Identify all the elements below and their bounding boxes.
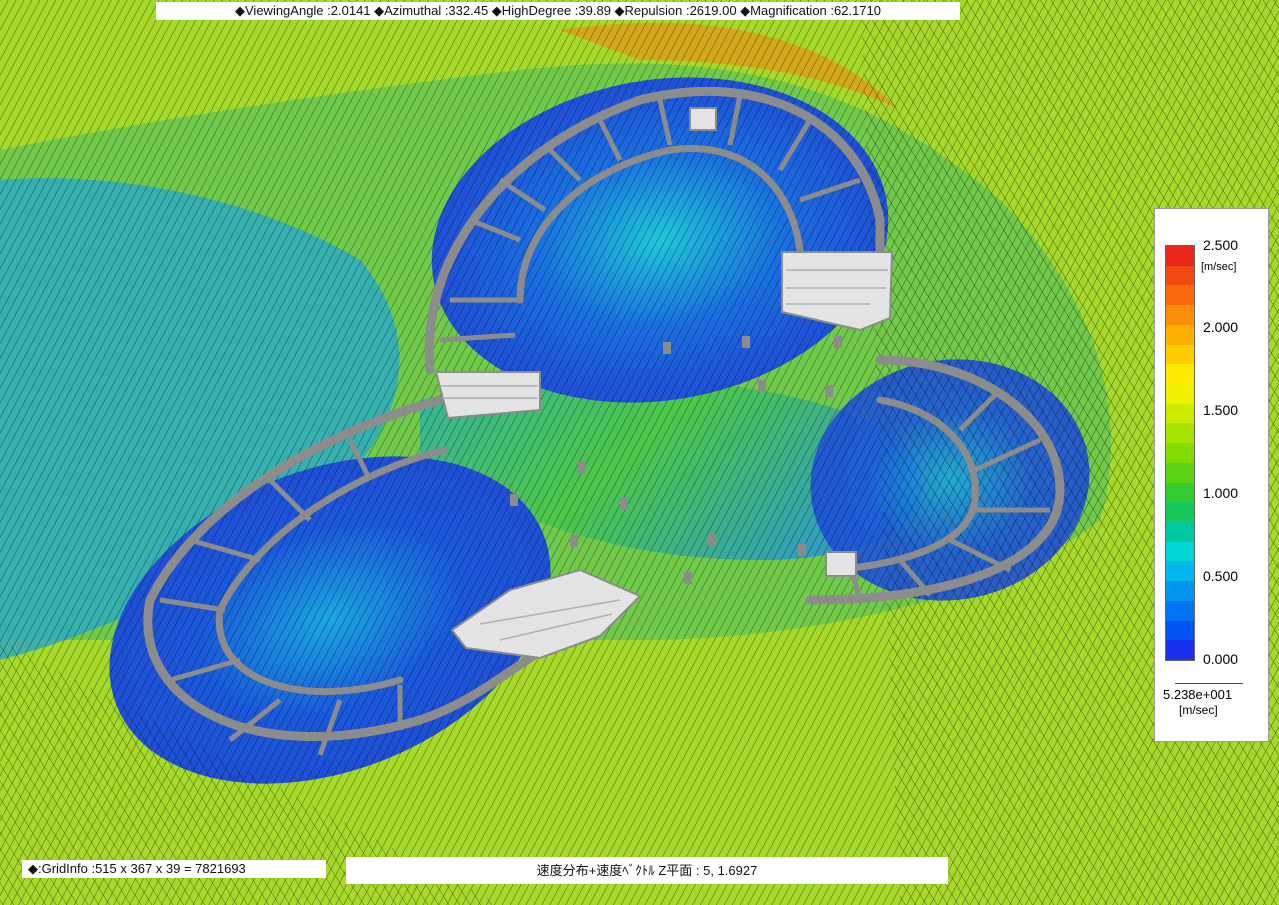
legend-color-step [1166, 265, 1194, 287]
legend-color-step [1166, 561, 1194, 582]
legend-color-step [1166, 462, 1194, 484]
legend-tick-label: 2.000 [1203, 319, 1239, 335]
legend-unit-label: [m/sec] [1201, 261, 1237, 273]
legend-max-label: 2.500 [1203, 237, 1239, 253]
legend-color-step [1166, 502, 1194, 523]
legend-tick-label: 1.000 [1203, 485, 1239, 501]
legend-color-step [1166, 581, 1194, 602]
legend-color-step [1166, 640, 1194, 660]
legend-tick-label: 0.000 [1203, 651, 1239, 667]
roof-right-small [825, 551, 857, 577]
legend-tick-label: 0.500 [1203, 568, 1239, 584]
legend-color-step [1166, 482, 1194, 504]
legend-color-step [1166, 285, 1194, 306]
legend-color-step [1166, 246, 1194, 267]
legend-color-step [1166, 600, 1194, 622]
roof-upper-left [689, 107, 717, 131]
roof-center-gate [434, 371, 541, 420]
legend-color-step [1166, 344, 1194, 366]
legend-color-step [1166, 423, 1194, 444]
legend-color-step [1166, 364, 1194, 385]
legend-color-step [1166, 521, 1194, 543]
legend-reference-unit: [m/sec] [1179, 703, 1218, 717]
legend-color-step [1166, 620, 1194, 642]
legend-tick-label: 1.500 [1203, 402, 1239, 418]
legend-reference-value: 5.238e+001 [1163, 687, 1233, 702]
legend-color-step [1166, 403, 1194, 425]
velocity-field-plot [0, 0, 1279, 905]
legend-color-step [1166, 324, 1194, 346]
plane-info-bar: 速度分布+速度ﾍﾞｸﾄﾙ Z平面 : 5, 1.6927 [346, 857, 948, 884]
color-legend: 2.500 [m/sec] 2.000 1.500 1.000 0.500 0.… [1154, 208, 1269, 742]
legend-color-step [1166, 305, 1194, 326]
viewing-info-bar: ◆ViewingAngle :2.0141 ◆Azimuthal :332.45… [156, 2, 960, 20]
legend-reference-arrow [1175, 683, 1243, 684]
legend-colorbar [1165, 245, 1195, 661]
legend-color-step [1166, 541, 1194, 563]
cfd-viewport[interactable]: ◆ViewingAngle :2.0141 ◆Azimuthal :332.45… [0, 0, 1279, 905]
grid-info-bar: ◆:GridInfo :515 x 367 x 39 = 7821693 [22, 860, 326, 878]
legend-color-step [1166, 383, 1194, 405]
legend-color-step [1166, 443, 1194, 464]
